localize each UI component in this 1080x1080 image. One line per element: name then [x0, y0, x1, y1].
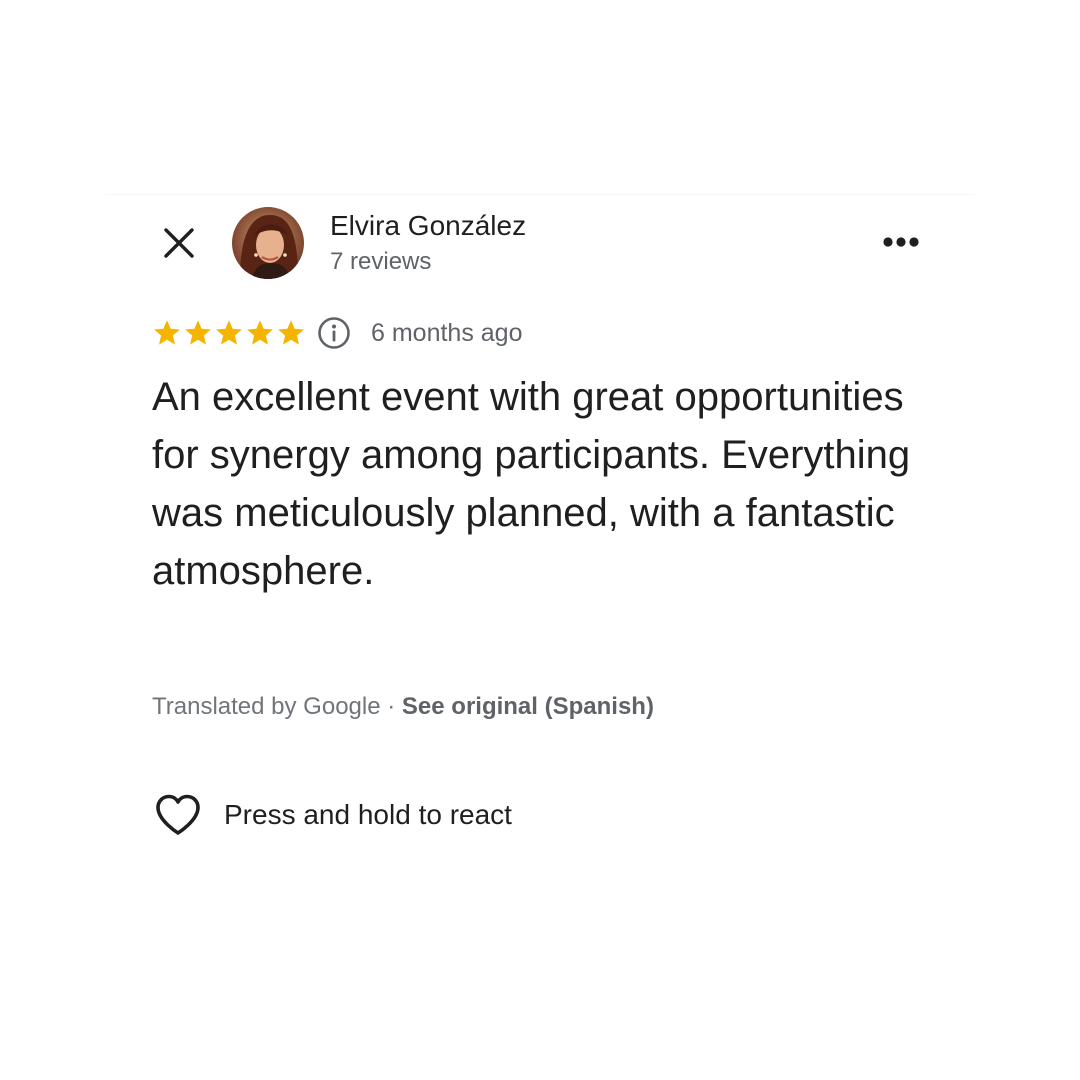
more-options-icon	[883, 237, 919, 247]
rating-row: 6 months ago	[152, 314, 523, 352]
star-icon	[247, 320, 273, 345]
see-original-link[interactable]: See original (Spanish)	[402, 693, 654, 720]
card-top-edge	[106, 194, 974, 195]
star-rating	[152, 318, 307, 348]
translated-by-label: Translated by Google	[152, 693, 381, 720]
translation-separator: ·	[380, 693, 402, 720]
react-label: Press and hold to react	[224, 799, 512, 830]
more-options-button[interactable]	[876, 224, 926, 260]
review-text: An excellent event with great opportunit…	[152, 375, 911, 593]
info-icon[interactable]	[317, 316, 351, 350]
reviewer-name[interactable]: Elvira González	[330, 208, 526, 244]
close-icon	[164, 228, 194, 258]
react-button[interactable]: Press and hold to react	[152, 790, 512, 840]
reviewer-avatar[interactable]	[232, 207, 304, 279]
star-icon	[278, 320, 304, 345]
star-icon	[154, 320, 180, 345]
review-time-ago: 6 months ago	[371, 319, 523, 347]
translation-notice: Translated by Google · See original (Spa…	[152, 690, 654, 724]
reviewer-review-count: 7 reviews	[330, 248, 432, 275]
heart-outline-icon	[152, 791, 204, 839]
star-icon	[216, 320, 242, 345]
star-icon	[185, 320, 211, 345]
close-button[interactable]	[156, 220, 202, 266]
